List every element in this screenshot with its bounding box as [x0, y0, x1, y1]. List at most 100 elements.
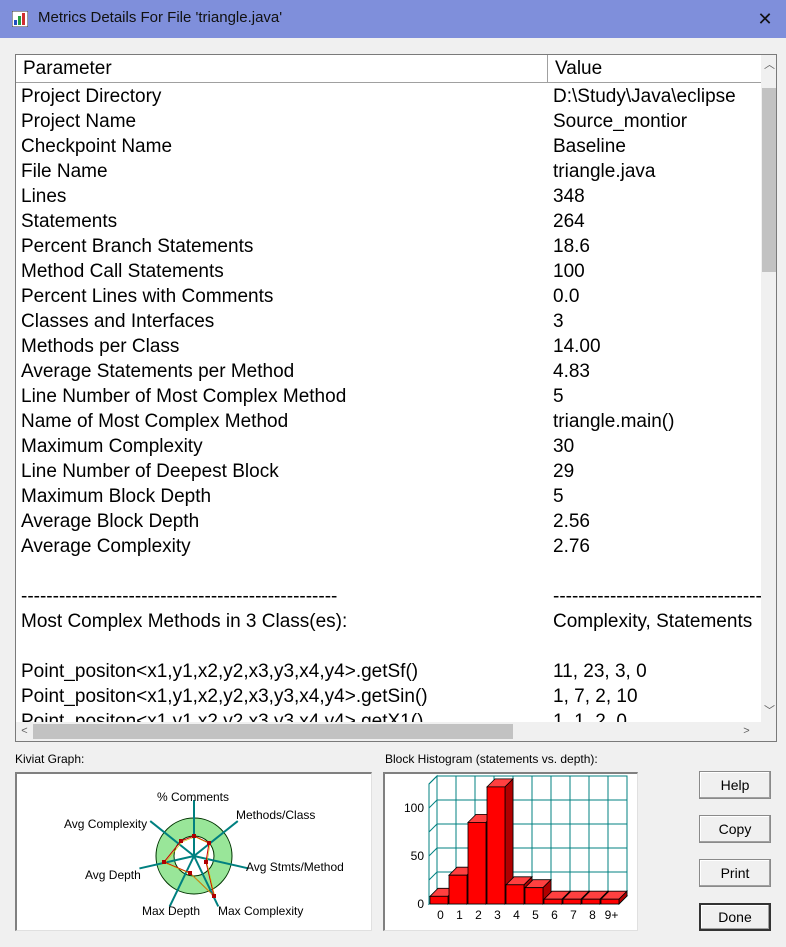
vertical-scrollbar[interactable]: ︿ ﹀ [761, 55, 776, 722]
table-row[interactable]: Point_positon<x1,y1,x2,y2,x3,y3,x4,y4>.g… [16, 659, 761, 684]
value-cell: 264 [553, 211, 585, 232]
histogram-bar [429, 895, 449, 905]
parameter-cell: Classes and Interfaces [21, 311, 215, 332]
histogram-x-tick: 0 [437, 908, 444, 922]
parameter-cell: Point_positon<x1,y1,x2,y2,x3,y3,x4,y4>.g… [21, 711, 424, 722]
scroll-left-arrow-icon[interactable]: < [16, 722, 33, 741]
parameter-cell: Statements [21, 211, 118, 232]
scroll-down-arrow-icon[interactable]: ﹀ [761, 703, 776, 720]
parameter-cell: File Name [21, 161, 108, 182]
horizontal-scroll-thumb[interactable] [33, 724, 513, 739]
done-button[interactable]: Done [699, 903, 771, 931]
value-cell: 2.76 [553, 536, 590, 557]
parameter-cell: Project Directory [21, 86, 162, 107]
histogram-bar [467, 822, 487, 905]
table-row[interactable]: Average Block Depth 2.56 [16, 509, 761, 534]
column-header-parameter[interactable]: Parameter [16, 55, 548, 83]
kiviat-axis-max-complexity: Max Complexity [218, 904, 303, 918]
parameter-cell: Maximum Complexity [21, 436, 203, 457]
table-row[interactable]: Point_positon<x1,y1,x2,y2,x3,y3,x4,y4>.g… [16, 684, 761, 709]
value-cell: 0.0 [553, 286, 580, 307]
table-row[interactable]: Methods per Class 14.00 [16, 334, 761, 359]
table-row[interactable]: Checkpoint Name Baseline [16, 134, 761, 159]
parameter-cell: Project Name [21, 111, 137, 132]
value-cell: D:\Study\Java\eclipse [553, 86, 736, 107]
table-row[interactable]: Percent Branch Statements 18.6 [16, 234, 761, 259]
metrics-table[interactable]: Parameter Value Project Directory D:\Stud… [15, 54, 777, 742]
parameter-cell: Checkpoint Name [21, 136, 173, 157]
parameter-cell: Lines [21, 186, 67, 207]
kiviat-point [212, 894, 216, 898]
table-row[interactable]: Line Number of Most Complex Method 5 [16, 384, 761, 409]
histogram-bar [581, 898, 601, 905]
column-header-value[interactable]: Value [548, 55, 761, 83]
value-cell: 1, 1, 2, 0 [553, 711, 627, 722]
kiviat-axis-comments: % Comments [157, 790, 229, 804]
table-row[interactable]: Lines 348 [16, 184, 761, 209]
value-cell: 5 [553, 386, 564, 407]
histogram-x-tick: 2 [475, 908, 482, 922]
table-row[interactable]: ----------------------------------------… [16, 584, 761, 609]
value-cell: triangle.java [553, 161, 656, 182]
table-row[interactable]: Average Statements per Method 4.83 [16, 359, 761, 384]
value-cell: triangle.main() [553, 411, 675, 432]
value-cell: -------------------------------------- [553, 586, 761, 607]
value-cell: 14.00 [553, 336, 601, 357]
parameter-cell: Methods per Class [21, 336, 180, 357]
parameter-cell: Average Block Depth [21, 511, 200, 532]
close-button[interactable]: ✕ [752, 7, 778, 31]
histogram-x-tick: 9+ [605, 908, 619, 922]
parameter-cell: Method Call Statements [21, 261, 224, 282]
value-cell: 29 [553, 461, 575, 482]
table-row[interactable]: Maximum Complexity 30 [16, 434, 761, 459]
table-row[interactable]: Percent Lines with Comments 0.0 [16, 284, 761, 309]
table-row[interactable]: File Name triangle.java [16, 159, 761, 184]
table-row[interactable]: Point_positon<x1,y1,x2,y2,x3,y3,x4,y4>.g… [16, 709, 761, 722]
histogram-label: Block Histogram (statements vs. depth): [385, 752, 598, 766]
app-icon [12, 11, 28, 27]
table-row[interactable]: Method Call Statements 100 [16, 259, 761, 284]
histogram-x-tick: 1 [456, 908, 463, 922]
table-row[interactable]: Most Complex Methods in 3 Class(es): Comp… [16, 609, 761, 634]
kiviat-point [162, 860, 166, 864]
parameter-cell: Percent Lines with Comments [21, 286, 274, 307]
kiviat-point [188, 871, 192, 875]
print-button[interactable]: Print [699, 859, 771, 887]
table-row[interactable]: Average Complexity 2.76 [16, 534, 761, 559]
table-row[interactable]: Project Name Source_montior [16, 109, 761, 134]
scroll-up-arrow-icon[interactable]: ︿ [761, 57, 776, 74]
parameter-cell: Line Number of Deepest Block [21, 461, 279, 482]
table-row[interactable]: Name of Most Complex Method triangle.main… [16, 409, 761, 434]
parameter-cell: Average Statements per Method [21, 361, 295, 382]
kiviat-point [179, 839, 183, 843]
table-row[interactable] [16, 559, 761, 584]
value-cell: 100 [553, 261, 585, 282]
parameter-cell: Average Complexity [21, 536, 191, 557]
histogram-bar [543, 898, 563, 905]
window-title: Metrics Details For File 'triangle.java' [38, 9, 283, 26]
copy-button[interactable]: Copy [699, 815, 771, 843]
horizontal-scrollbar[interactable]: < > [16, 722, 761, 741]
value-cell: 18.6 [553, 236, 590, 257]
parameter-cell: Most Complex Methods in 3 Class(es): [21, 611, 348, 632]
kiviat-axis-avg-depth: Avg Depth [85, 868, 141, 882]
title-bar: Metrics Details For File 'triangle.java'… [0, 0, 786, 38]
table-row[interactable]: Maximum Block Depth 5 [16, 484, 761, 509]
histogram-side-wall [428, 774, 438, 906]
table-row[interactable]: Statements 264 [16, 209, 761, 234]
vertical-scroll-thumb[interactable] [762, 88, 776, 272]
kiviat-axis-max-depth: Max Depth [142, 904, 200, 918]
histogram-x-tick: 6 [551, 908, 558, 922]
table-row[interactable]: Classes and Interfaces 3 [16, 309, 761, 334]
table-row[interactable]: Project Directory D:\Study\Java\eclipse [16, 84, 761, 109]
histogram-y-tick: 100 [404, 801, 424, 815]
value-cell: 2.56 [553, 511, 590, 532]
block-histogram: 0 50 100 0 1 2 3 4 5 6 7 8 9+ [383, 772, 638, 931]
table-row[interactable]: Line Number of Deepest Block 29 [16, 459, 761, 484]
table-row[interactable] [16, 634, 761, 659]
parameter-cell: Point_positon<x1,y1,x2,y2,x3,y3,x4,y4>.g… [21, 686, 428, 707]
histogram-x-tick: 3 [494, 908, 501, 922]
value-cell: 30 [553, 436, 575, 457]
scroll-right-arrow-icon[interactable]: > [738, 722, 755, 741]
help-button[interactable]: Help [699, 771, 771, 799]
